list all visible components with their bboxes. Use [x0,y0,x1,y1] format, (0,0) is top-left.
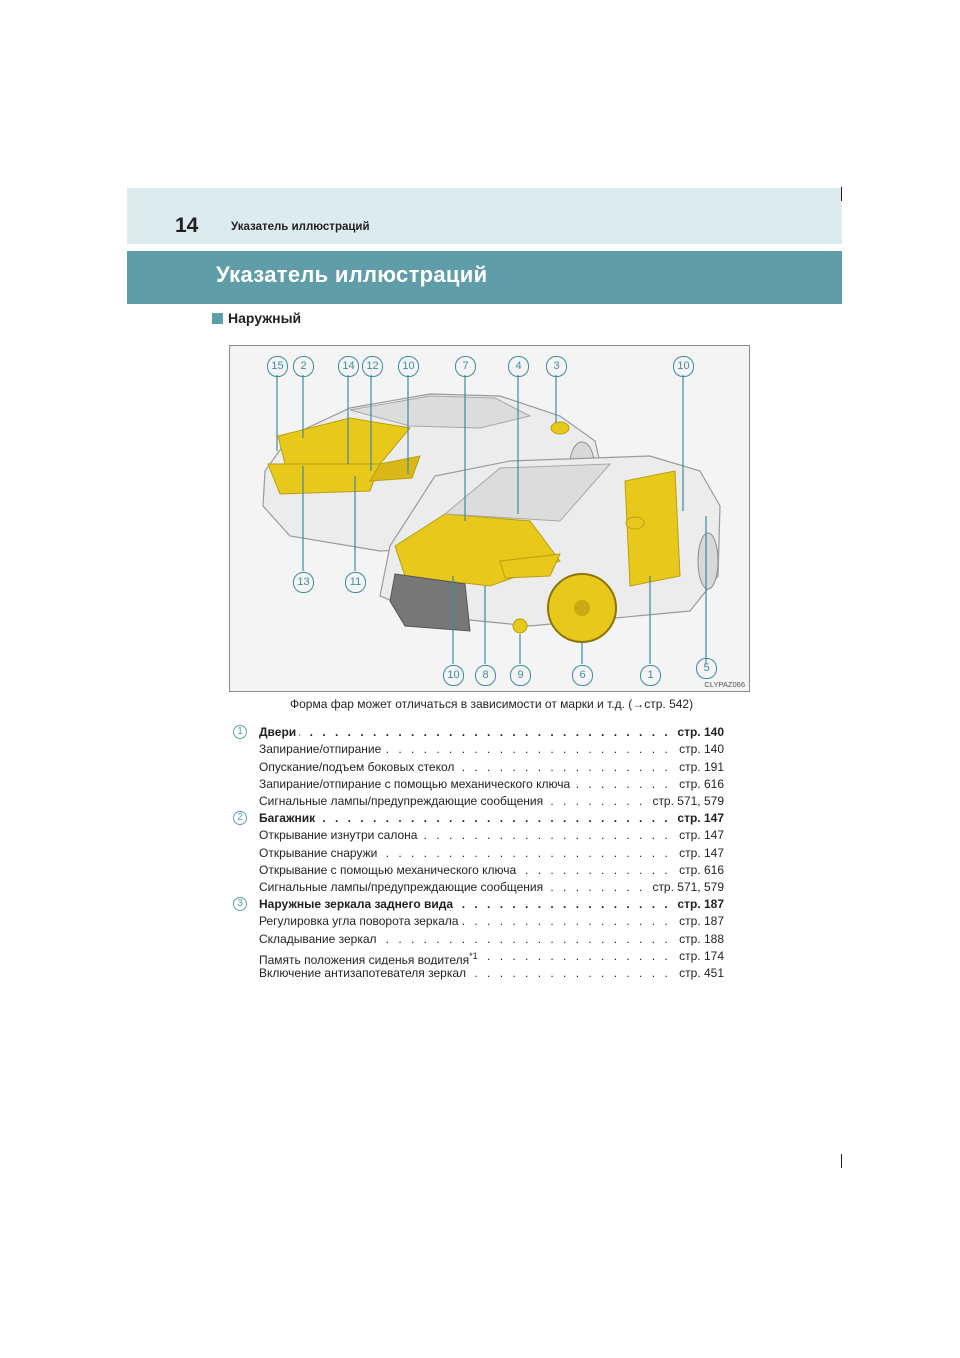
item-label: Складывание зеркал [259,931,380,946]
car-diagram [262,375,721,664]
item-label: Включение антизапотевателя зеркал [259,966,470,981]
section-subtitle: Наружный [228,310,302,326]
index-item[interactable]: . . . . . . . . . . . . . . . . . . . . … [259,861,724,880]
section-page: стр. 147 [674,810,724,828]
callout-6: 6 [572,665,593,686]
footnote-marker: *1 [469,950,478,961]
section-title: Наружные зеркала заднего вида [259,897,457,911]
dot-leader: . . . . . . . . . . . . . . . . . . . . … [259,725,724,739]
section-page: стр. 187 [674,896,724,914]
index-item[interactable]: . . . . . . . . . . . . . . . . . . . . … [259,741,724,759]
item-page: стр. 187 [676,913,724,931]
callout-row-top: 15 2 14 12 10 7 4 3 10 [230,346,749,386]
item-label: Открывание с помощью механического ключа [259,862,520,877]
section-number-badge: 2 [233,811,247,825]
callout-11: 11 [345,572,366,593]
item-label: Запирание/отпирание с помощью механическ… [259,776,574,791]
item-page: стр. 191 [676,758,724,776]
callout-13: 13 [293,572,314,593]
index-item[interactable]: . . . . . . . . . . . . . . . . . . . . … [259,913,724,931]
index-section-1: 1 . . . . . . . . . . . . . . . . . . . … [233,724,724,811]
callout-2: 2 [293,356,314,377]
section-title: Багажник [259,811,319,825]
callout-15: 15 [267,356,288,377]
crop-mark-bottom [841,1154,842,1168]
index-item[interactable]: . . . . . . . . . . . . . . . . . . . . … [259,827,724,845]
item-label: Сигнальные лампы/предупреждающие сообщен… [259,794,547,809]
callout-10b: 10 [673,356,694,377]
figure-caption: Форма фар может отличаться в зависимости… [290,697,694,711]
item-page: стр. 616 [676,861,724,880]
section-heading[interactable]: . . . . . . . . . . . . . . . . . . . . … [259,724,724,742]
figure-code: CLYPAZ066 [704,680,745,689]
callout-12: 12 [362,356,383,377]
callout-4: 4 [508,356,529,377]
callout-10c: 10 [443,665,464,686]
item-page: стр. 616 [676,775,724,794]
side-mirror [625,516,645,530]
item-page: стр. 174 [676,947,724,966]
index-item[interactable]: . . . . . . . . . . . . . . . . . . . . … [259,930,724,948]
fog-lamp [512,618,528,634]
exterior-illustration: 15 2 14 12 10 7 4 3 10 13 11 10 8 9 6 1 … [229,345,750,692]
item-label: Открывание снаружи [259,845,381,860]
rear-wheel-front-car [697,532,719,590]
crop-mark-top [841,187,842,201]
item-label-text: Память положения сиденья водителя [259,952,470,966]
page-number: 14 [175,214,199,237]
item-label: Опускание/подъем боковых стекол [259,759,458,774]
item-page: стр. 147 [676,844,724,862]
item-page: стр. 188 [676,930,724,948]
section-heading[interactable]: . . . . . . . . . . . . . . . . . . . . … [259,810,724,828]
grille [389,573,471,632]
subtitle-marker [212,313,223,324]
index-item[interactable]: . . . . . . . . . . . . . . . . . . . . … [259,775,724,794]
running-title: Указатель иллюстраций [231,221,370,233]
item-label: Регулировка угла поворота зеркала [259,914,462,929]
callout-1: 1 [640,665,661,686]
item-page: стр. 147 [676,827,724,845]
section-page: стр. 140 [674,724,724,742]
item-label: Память положения сиденья водителя*1 [259,950,481,966]
dot-leader: . . . . . . . . . . . . . . . . . . . . … [259,811,724,825]
item-page: стр. 451 [676,965,724,983]
index-section-2: 2 . . . . . . . . . . . . . . . . . . . … [233,810,724,897]
page-title: Указатель иллюстраций [216,262,488,287]
header-band [127,188,842,244]
index-item[interactable]: . . . . . . . . . . . . . . . . . . . . … [259,793,724,811]
section-number-badge: 3 [233,897,247,911]
item-page: стр. 571, 579 [649,793,724,811]
rear-bumper-highlight [267,463,381,495]
index-section-3: 3 . . . . . . . . . . . . . . . . . . . … [233,896,724,983]
item-label: Запирание/отпирание [259,742,385,757]
rear-mirror [550,421,570,435]
section-number-badge: 1 [233,725,247,739]
callout-7: 7 [455,356,476,377]
index-item[interactable]: . . . . . . . . . . . . . . . . . . . . … [259,758,724,776]
callout-8: 8 [475,665,496,686]
item-page: стр. 571, 579 [649,879,724,897]
index-item[interactable]: . . . . . . . . . . . . . . . . . . . . … [259,879,724,897]
section-heading[interactable]: . . . . . . . . . . . . . . . . . . . . … [259,896,724,914]
item-page: стр. 140 [676,741,724,759]
callout-9: 9 [510,665,531,686]
callout-5: 5 [696,658,717,679]
item-label: Сигнальные лампы/предупреждающие сообщен… [259,880,547,895]
index-item[interactable]: . . . . . . . . . . . . . . . . . . . . … [259,965,724,983]
callout-14: 14 [338,356,359,377]
callout-3: 3 [546,356,567,377]
index-item[interactable]: . . . . . . . . . . . . . . . . . . . . … [259,947,724,966]
front-wheel-hub [574,600,590,616]
callout-10a: 10 [398,356,419,377]
section-title: Двери [259,725,300,739]
item-label: Открывание изнутри салона [259,828,421,843]
index-item[interactable]: . . . . . . . . . . . . . . . . . . . . … [259,844,724,862]
